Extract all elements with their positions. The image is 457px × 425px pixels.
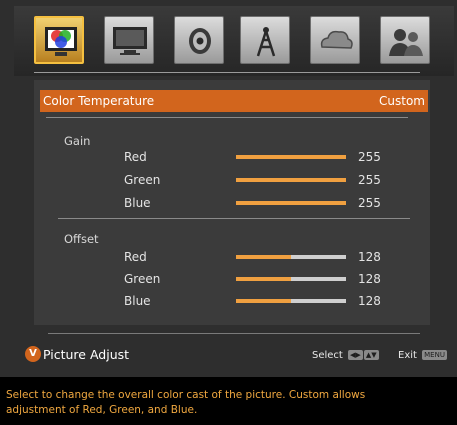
screen-menu-button[interactable] [104,16,154,64]
offset-blue-label: Blue [124,294,151,308]
menu-key-icon: MENU [422,350,447,360]
offset-group-label: Offset [64,232,99,246]
gain-blue-slider[interactable] [236,201,346,205]
offset-green-fill [236,277,291,281]
gain-red-fill [236,155,346,159]
footer-divider [48,333,420,334]
gain-blue-label: Blue [124,196,151,210]
icon-bar-divider [34,72,420,73]
gain-green-slider[interactable] [236,178,346,182]
offset-green-slider[interactable] [236,277,346,281]
menu-title: Picture Adjust [43,347,130,362]
user-menu-button[interactable] [380,16,430,64]
offset-red-fill [236,255,291,259]
select-hint-label: Select [312,350,343,361]
help-bar: Select to change the overall color cast … [0,377,457,425]
help-text: Select to change the overall color cast … [6,389,366,416]
color-temperature-value: Custom [379,94,425,108]
gain-green-label: Green [124,173,161,187]
gain-group-label: Gain [64,134,91,148]
offset-red-label: Red [124,250,147,264]
network-menu-button[interactable] [310,16,360,64]
select-hint: Select ◀▶ ▲▼ [312,350,379,361]
exit-hint: Exit MENU [398,350,447,361]
color-temperature-row[interactable]: Color Temperature Custom [40,90,428,112]
gain-green-fill [236,178,346,182]
offset-green-label: Green [124,272,161,286]
gain-blue-value: 255 [358,196,381,210]
offset-blue-slider[interactable] [236,299,346,303]
vizio-logo-icon: V [25,346,41,362]
screen-icon [113,27,147,55]
offset-blue-fill [236,299,291,303]
arrow-up-down-icon: ▲▼ [363,350,379,360]
exit-hint-label: Exit [398,350,417,361]
tv-osd-menu: Color Temperature Custom Gain Red 255 Gr… [0,0,457,425]
color-temperature-label: Color Temperature [43,94,155,108]
divider [46,117,408,118]
audio-icon [189,28,211,54]
divider [58,218,410,219]
user-icon [389,29,423,56]
offset-green-value: 128 [358,272,381,286]
picture-icon [45,27,77,56]
gain-green-value: 255 [358,173,381,187]
gain-blue-fill [236,201,346,205]
offset-red-slider[interactable] [236,255,346,259]
gain-red-label: Red [124,150,147,164]
arrow-keys-icon: ◀▶ [348,350,363,360]
network-icon [320,30,353,49]
menu-icon-bar [14,6,454,76]
offset-red-value: 128 [358,250,381,264]
offset-blue-value: 128 [358,294,381,308]
antenna-icon [256,27,276,57]
audio-menu-button[interactable] [174,16,224,64]
picture-menu-button[interactable] [34,16,84,64]
gain-red-slider[interactable] [236,155,346,159]
gain-red-value: 255 [358,150,381,164]
tuner-menu-button[interactable] [240,16,290,64]
